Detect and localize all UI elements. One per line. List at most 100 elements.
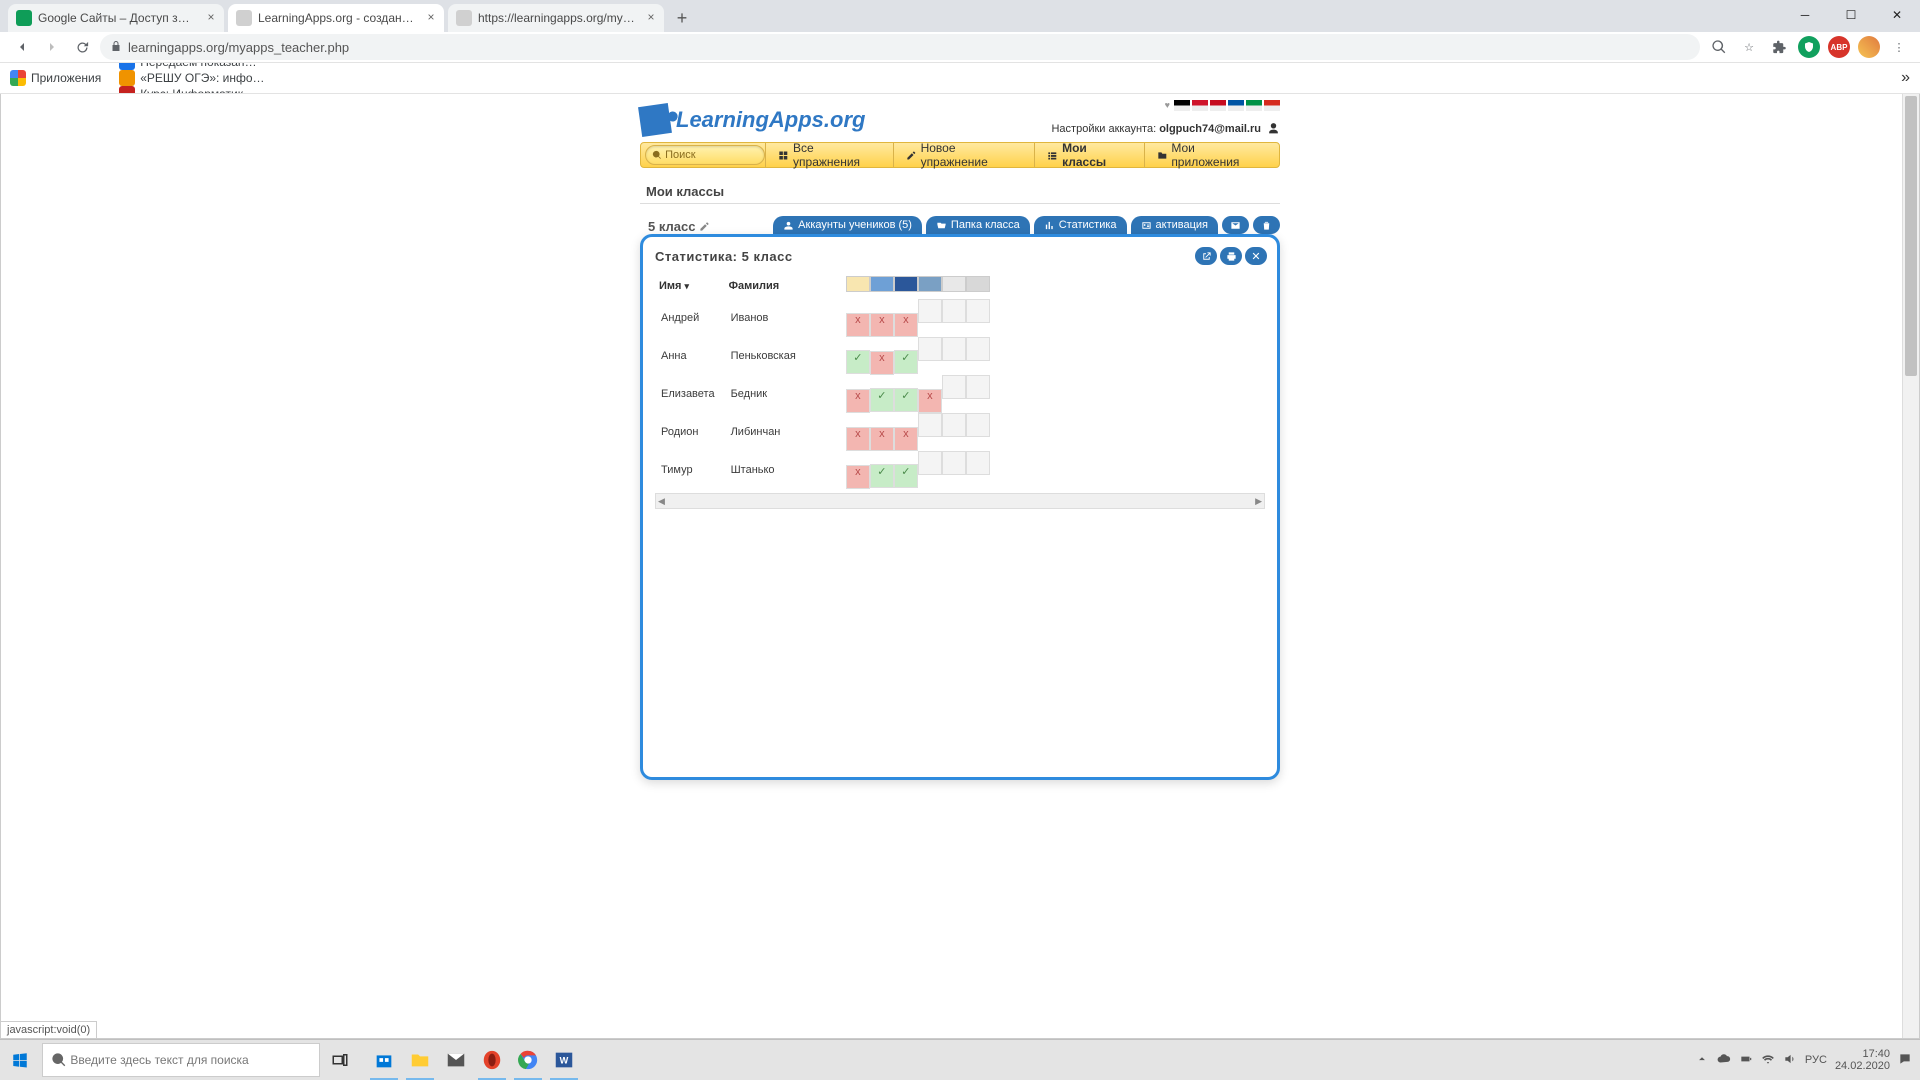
list-icon xyxy=(1047,150,1058,161)
tray-cloud-icon[interactable] xyxy=(1717,1052,1731,1069)
mark-cell-empty xyxy=(918,299,942,323)
browser-tab[interactable]: https://learningapps.org/myapp× xyxy=(448,4,664,32)
language-flag[interactable] xyxy=(1264,100,1280,111)
bookmark-item[interactable]: «РЕШУ ОГЭ»: инфо… xyxy=(119,70,264,86)
app-column-thumb[interactable] xyxy=(942,276,966,292)
account-link[interactable]: Настройки аккаунта: olgpuch74@mail.ru xyxy=(1051,122,1280,135)
window-close-button[interactable]: ✕ xyxy=(1874,0,1920,30)
class-name: 5 класс xyxy=(648,219,710,234)
vertical-scrollbar[interactable] xyxy=(1902,94,1919,1038)
panel-close-button[interactable]: ✕ xyxy=(1245,247,1267,265)
ext-search-icon[interactable] xyxy=(1708,36,1730,58)
new-tab-button[interactable]: + xyxy=(668,4,696,32)
panel-export-button[interactable] xyxy=(1195,247,1217,265)
nav-back-button[interactable] xyxy=(10,35,34,59)
col-first-name[interactable]: Имя ▾ xyxy=(655,274,725,299)
class-activation-button[interactable]: активация xyxy=(1131,216,1218,234)
table-horizontal-scroll[interactable]: ◀▶ xyxy=(655,493,1265,509)
tray-chevron-icon[interactable] xyxy=(1695,1052,1709,1069)
tray-notifications-icon[interactable] xyxy=(1898,1052,1912,1069)
mark-cell-empty xyxy=(942,337,966,361)
last-name-cell: Бедник xyxy=(725,375,806,413)
task-view-icon xyxy=(331,1051,349,1069)
tray-clock[interactable]: 17:40 24.02.2020 xyxy=(1835,1048,1890,1072)
app-column-thumb[interactable] xyxy=(894,276,918,292)
class-delete-button[interactable] xyxy=(1253,216,1280,234)
apps-shortcut[interactable]: Приложения xyxy=(10,70,101,86)
pencil-icon[interactable] xyxy=(699,221,710,232)
language-flag[interactable] xyxy=(1192,100,1208,111)
search-input[interactable]: Поиск xyxy=(645,145,765,165)
language-flag[interactable] xyxy=(1228,100,1244,111)
ext-shield-icon[interactable] xyxy=(1798,36,1820,58)
bookmark-favicon xyxy=(119,63,135,70)
bookmarks-overflow-button[interactable]: » xyxy=(1901,69,1910,87)
mark-cell-empty xyxy=(918,451,942,475)
svg-text:W: W xyxy=(560,1056,569,1066)
mark-cell-bad: x xyxy=(894,427,918,451)
menu-all-apps[interactable]: Все упражнения xyxy=(765,143,893,167)
address-field[interactable]: learningapps.org/myapps_teacher.php xyxy=(100,34,1700,60)
tray-battery-icon[interactable] xyxy=(1739,1052,1753,1069)
class-folder-button[interactable]: Папка класса xyxy=(926,216,1030,234)
address-bar: learningapps.org/myapps_teacher.php ☆ AB… xyxy=(0,32,1920,63)
start-button[interactable] xyxy=(0,1040,40,1080)
bookmark-item[interactable]: Курс: Информатик… xyxy=(119,86,264,94)
student-accounts-button[interactable]: Аккаунты учеников (5) xyxy=(773,216,922,234)
mark-cell-empty xyxy=(918,337,942,361)
bookmark-item[interactable]: Передаем показан… xyxy=(119,63,264,70)
ext-avatar-icon[interactable] xyxy=(1858,36,1880,58)
bookmark-favicon xyxy=(119,70,135,86)
language-flag[interactable] xyxy=(1246,100,1262,111)
language-flag[interactable] xyxy=(1210,100,1226,111)
first-name-cell: Андрей xyxy=(655,299,725,337)
app-column-thumb[interactable] xyxy=(918,276,942,292)
taskbar-app-chrome[interactable] xyxy=(510,1040,546,1080)
mark-cell-bad: x xyxy=(870,313,894,337)
browser-tab[interactable]: Google Сайты – Доступ запрещ× xyxy=(8,4,224,32)
mark-cell-empty xyxy=(942,375,966,399)
task-view-button[interactable] xyxy=(320,1040,360,1080)
grid-icon xyxy=(778,150,789,161)
mark-cell-ok: ✓ xyxy=(894,388,918,412)
mark-cell-empty xyxy=(942,413,966,437)
mark-cell-empty xyxy=(918,413,942,437)
tray-language[interactable]: РУС xyxy=(1805,1054,1827,1066)
menu-my-classes[interactable]: Мои классы xyxy=(1034,143,1143,167)
browser-menu-button[interactable]: ⋮ xyxy=(1888,36,1910,58)
browser-tab[interactable]: LearningApps.org - создание м × xyxy=(228,4,444,32)
tab-close-button[interactable]: × xyxy=(424,10,438,24)
taskbar-search[interactable]: Введите здесь текст для поиска xyxy=(42,1043,320,1077)
menu-my-apps[interactable]: Мои приложения xyxy=(1144,143,1275,167)
taskbar-app-explorer[interactable] xyxy=(402,1040,438,1080)
ext-abp-icon[interactable]: ABP xyxy=(1828,36,1850,58)
mark-cell-bad: x xyxy=(846,389,870,413)
taskbar-app-mail[interactable] xyxy=(438,1040,474,1080)
ext-puzzle-icon[interactable] xyxy=(1768,36,1790,58)
menu-new-app[interactable]: Новое упражнение xyxy=(893,143,1035,167)
panel-print-button[interactable] xyxy=(1220,247,1242,265)
tab-close-button[interactable]: × xyxy=(644,10,658,24)
taskbar-app-opera[interactable] xyxy=(474,1040,510,1080)
col-last-name[interactable]: Фамилия xyxy=(725,274,806,299)
stats-table: Имя ▾ Фамилия АндрейИвановxxxАннаПеньков… xyxy=(655,274,1000,489)
nav-reload-button[interactable] xyxy=(70,35,94,59)
tab-close-button[interactable]: × xyxy=(204,10,218,24)
tray-wifi-icon[interactable] xyxy=(1761,1052,1775,1069)
app-column-thumb[interactable] xyxy=(846,276,870,292)
window-maximize-button[interactable]: ☐ xyxy=(1828,0,1874,30)
tab-title: LearningApps.org - создание м xyxy=(258,11,416,25)
class-stats-button[interactable]: Статистика xyxy=(1034,216,1127,234)
page-viewport: ♥ LearningApps.org Настройки аккаунта: o… xyxy=(0,94,1920,1039)
class-mail-button[interactable] xyxy=(1222,216,1249,234)
nav-forward-button[interactable] xyxy=(40,35,64,59)
taskbar-app-store[interactable] xyxy=(366,1040,402,1080)
window-minimize-button[interactable]: ─ xyxy=(1782,0,1828,30)
ext-star-icon[interactable]: ☆ xyxy=(1738,36,1760,58)
language-flag[interactable] xyxy=(1174,100,1190,111)
taskbar-app-word[interactable]: W xyxy=(546,1040,582,1080)
app-column-thumb[interactable] xyxy=(966,276,990,292)
tray-volume-icon[interactable] xyxy=(1783,1052,1797,1069)
url-text: learningapps.org/myapps_teacher.php xyxy=(128,40,349,55)
app-column-thumb[interactable] xyxy=(870,276,894,292)
